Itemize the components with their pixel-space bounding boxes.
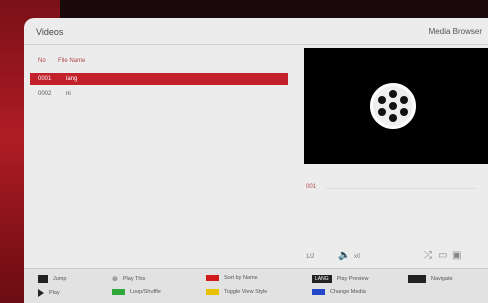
shuffle-icon[interactable]: ⤮ [424, 250, 432, 261]
footer-legend: Jump Play ⊛ Play This Loop/Shuffle Sort … [24, 268, 488, 303]
file-number: 0002 [38, 91, 52, 97]
red-key [206, 275, 219, 281]
file-name: lang [66, 76, 78, 82]
volume-level: x0 [354, 254, 361, 260]
preview-divider [326, 188, 476, 189]
ok-key-icon: ⊛ [112, 276, 118, 283]
file-row-selected[interactable]: 0001 lang [30, 73, 288, 85]
view-icon[interactable]: ▣ [452, 250, 461, 261]
blue-key [312, 289, 325, 295]
legend-change-media: Change Media [312, 289, 366, 295]
media-browser-panel: Videos Media Browser No File Name 0001 l… [24, 18, 488, 303]
play-icon [38, 289, 44, 297]
legend-loop-shuffle: Loop/Shuffle [112, 289, 161, 295]
legend-jump: Jump [38, 275, 66, 283]
column-header-file-name: File Name [58, 58, 86, 64]
legend-play: Play [38, 289, 60, 297]
legend-navigate: Navigate [408, 275, 453, 283]
number-keys-icon [38, 275, 48, 283]
header-bar: Videos Media Browser [24, 18, 488, 45]
column-header-no: No [38, 58, 46, 64]
video-preview [304, 48, 488, 164]
section-title: Media Browser [428, 27, 482, 36]
repeat-icon[interactable]: ▭ [438, 250, 447, 261]
film-reel-icon [370, 83, 416, 129]
yellow-key [206, 289, 219, 295]
file-number: 0001 [38, 76, 52, 82]
legend-sort-by-name: Sort by Name [206, 275, 258, 281]
page-indicator: 1/2 [306, 254, 315, 260]
navigation-key-icon [408, 275, 426, 283]
green-key [112, 289, 125, 295]
legend-play-preview: LANG Play Preview [312, 275, 368, 283]
legend-toggle-view-style: Toggle View Style [206, 289, 267, 295]
file-row[interactable]: 0002 ni [30, 88, 288, 100]
volume-icon: 🔈 [338, 250, 351, 261]
file-name: ni [66, 91, 71, 97]
legend-play-this: ⊛ Play This [112, 276, 146, 283]
page-title: Videos [36, 27, 64, 37]
lang-key: LANG [312, 275, 332, 283]
preview-label: 001 [306, 184, 317, 190]
